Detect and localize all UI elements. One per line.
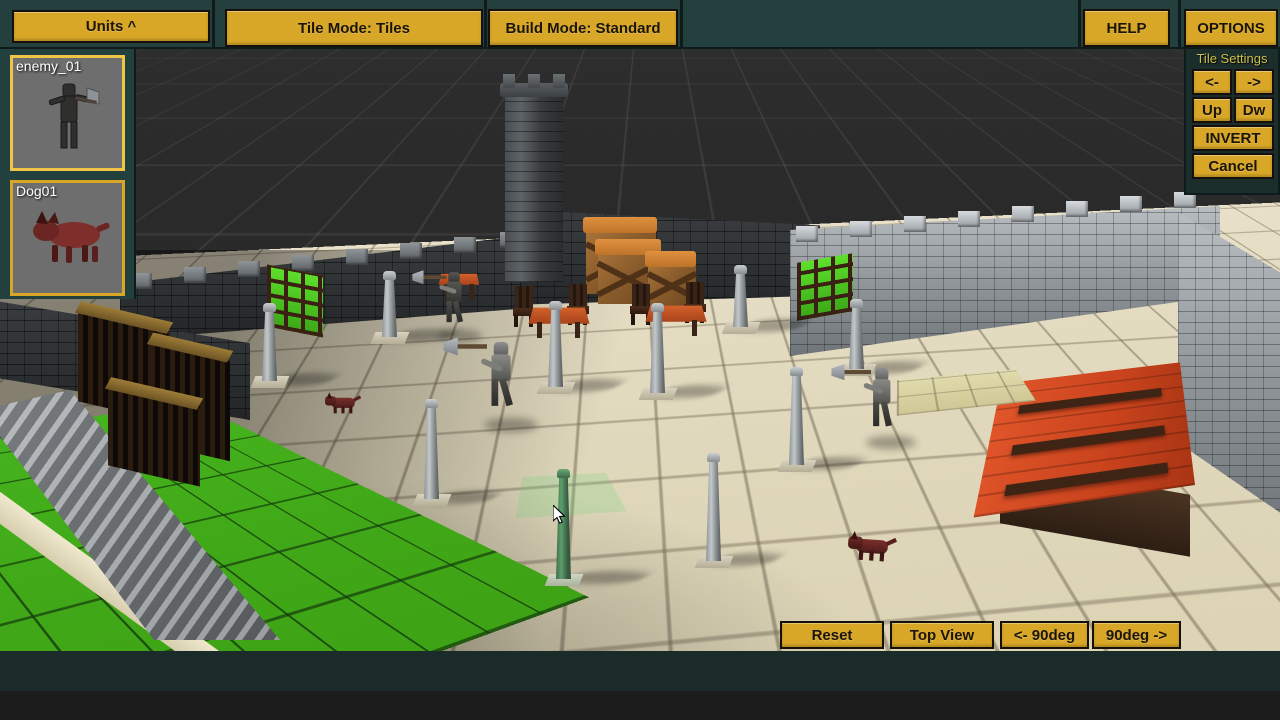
tile-shift-left-button[interactable]: <- <box>1192 69 1232 95</box>
units-button[interactable]: Units ^ <box>12 10 210 43</box>
tile-mode-button[interactable]: Tile Mode: Tiles <box>225 9 483 47</box>
tile-settings-panel: Tile Settings <- -> Up Dw INVERT Cancel <box>1184 49 1280 195</box>
soldier-thumbnail <box>31 72 105 158</box>
dog-thumbnail <box>22 209 114 271</box>
bottom-toolbar <box>0 651 1280 691</box>
rotate-left-button[interactable]: <- 90deg <box>1000 621 1089 649</box>
tile-invert-button[interactable]: INVERT <box>1192 125 1274 151</box>
camera-reset-button[interactable]: Reset <box>780 621 884 649</box>
rotate-right-button[interactable]: 90deg -> <box>1092 621 1181 649</box>
tile-down-button[interactable]: Dw <box>1234 97 1274 123</box>
tile-settings-title: Tile Settings <box>1186 49 1278 66</box>
palette-item-enemy-01[interactable]: enemy_01 <box>10 55 125 171</box>
grate-panel-right <box>797 253 853 321</box>
help-button[interactable]: HELP <box>1083 9 1170 47</box>
editor-window: Units ^ Tile Mode: Tiles Build Mode: Sta… <box>0 0 1280 720</box>
tile-cancel-button[interactable]: Cancel <box>1192 153 1274 179</box>
tile-shift-right-button[interactable]: -> <box>1234 69 1274 95</box>
palette-item-label: Dog01 <box>16 183 57 199</box>
wall-rear-left-crenels <box>120 226 520 266</box>
unit-palette: enemy_01 Dog01 <box>0 49 136 299</box>
options-button[interactable]: OPTIONS <box>1184 9 1278 47</box>
tile-up-button[interactable]: Up <box>1192 97 1232 123</box>
palette-item-dog-01[interactable]: Dog01 <box>10 180 125 296</box>
unit-dog[interactable] <box>325 395 361 414</box>
build-mode-button[interactable]: Build Mode: Standard <box>488 9 678 47</box>
wall-right-crenels <box>790 190 1230 240</box>
top-view-button[interactable]: Top View <box>890 621 994 649</box>
top-toolbar: Units ^ Tile Mode: Tiles Build Mode: Sta… <box>0 0 1280 49</box>
scene-viewport[interactable] <box>0 0 1280 700</box>
footer-strip <box>0 691 1280 720</box>
castle-tower <box>505 92 563 282</box>
unit-dog[interactable] <box>847 534 897 563</box>
grate-panel-left <box>267 265 323 338</box>
